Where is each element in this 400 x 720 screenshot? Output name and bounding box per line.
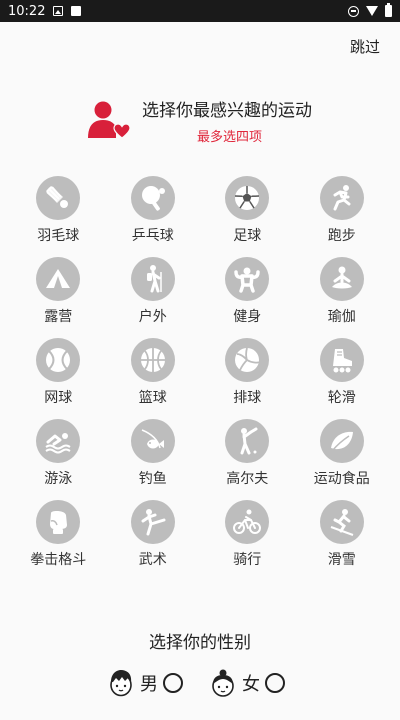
male-radio[interactable]: [163, 673, 183, 693]
sport-label: 瑜伽: [327, 309, 356, 325]
sport-item-golf[interactable]: 高尔夫: [200, 419, 295, 489]
sport-item-sports-food[interactable]: 运动食品: [295, 419, 390, 489]
user-heart-icon: [88, 101, 130, 139]
sport-label: 滑雪: [327, 552, 356, 568]
skip-button[interactable]: 跳过: [350, 36, 380, 57]
male-label: 男: [140, 674, 158, 695]
gender-option-male[interactable]: 男: [108, 666, 183, 700]
interest-prompt: 选择你最感兴趣的运动 最多选四项: [0, 92, 400, 148]
gender-option-female[interactable]: 女: [210, 666, 285, 700]
sport-label: 武术: [138, 552, 167, 568]
fitness-icon: [225, 257, 270, 301]
gender-title: 选择你的性别: [149, 633, 251, 653]
gallery-notification-icon: [53, 6, 64, 16]
wifi-icon: [366, 6, 378, 16]
martial-arts-icon: [130, 500, 175, 544]
interest-title: 选择你最感兴趣的运动: [142, 101, 312, 121]
status-time: 10:22: [8, 3, 46, 19]
sport-label: 跑步: [327, 228, 356, 244]
volleyball-icon: [225, 338, 270, 382]
sport-item-fishing[interactable]: 钓鱼: [106, 419, 201, 489]
sport-label: 羽毛球: [37, 228, 80, 244]
sport-label: 健身: [233, 309, 262, 325]
sport-label: 篮球: [138, 390, 167, 406]
sport-label: 钓鱼: [138, 471, 167, 487]
sport-item-boxing[interactable]: 拳击格斗: [11, 500, 106, 570]
sport-item-skiing[interactable]: 滑雪: [295, 500, 390, 570]
sport-item-martial-arts[interactable]: 武术: [106, 500, 201, 570]
sport-label: 拳击格斗: [30, 552, 87, 568]
sport-item-volleyball[interactable]: 排球: [200, 338, 295, 408]
leaf-icon: [319, 419, 364, 463]
female-avatar-icon: [212, 669, 234, 697]
battery-icon: [385, 3, 392, 17]
running-icon: [319, 176, 364, 220]
sport-label: 露营: [44, 309, 73, 325]
sport-label: 网球: [44, 390, 73, 406]
sport-label: 骑行: [233, 552, 262, 568]
sport-label: 足球: [233, 228, 262, 244]
yoga-icon: [319, 257, 364, 301]
sport-label: 乒乓球: [131, 228, 174, 244]
sport-item-basketball[interactable]: 篮球: [106, 338, 201, 408]
sport-item-roller-skating[interactable]: 轮滑: [295, 338, 390, 408]
boxing-glove-icon: [36, 500, 81, 544]
soccer-icon: [225, 176, 270, 220]
sport-item-yoga[interactable]: 瑜伽: [295, 257, 390, 327]
cycling-icon: [225, 500, 270, 544]
sport-label: 排球: [233, 390, 262, 406]
status-bar: 10:22: [0, 0, 400, 22]
hiking-icon: [130, 257, 175, 301]
sport-item-ping-pong[interactable]: 乒乓球: [106, 176, 201, 246]
sport-item-running[interactable]: 跑步: [295, 176, 390, 246]
sport-label: 高尔夫: [226, 471, 269, 487]
sport-item-badminton[interactable]: 羽毛球: [11, 176, 106, 246]
do-not-disturb-icon: [348, 5, 359, 17]
sport-item-camping[interactable]: 露营: [11, 257, 106, 327]
sport-item-outdoor[interactable]: 户外: [106, 257, 201, 327]
interest-subtitle: 最多选四项: [197, 130, 263, 145]
badminton-icon: [36, 176, 81, 220]
golf-icon: [225, 419, 270, 463]
sport-grid: 羽毛球 乒乓球 足球 跑步 露营 户外 健身 瑜伽 网球 篮球 排球 轮滑 游泳…: [11, 176, 389, 570]
sport-label: 运动食品: [313, 471, 370, 487]
tennis-icon: [36, 338, 81, 382]
female-radio[interactable]: [265, 673, 285, 693]
tent-icon: [36, 257, 81, 301]
sport-label: 轮滑: [327, 390, 356, 406]
female-label: 女: [242, 674, 260, 695]
skiing-icon: [319, 500, 364, 544]
sport-item-soccer[interactable]: 足球: [200, 176, 295, 246]
sport-item-cycling[interactable]: 骑行: [200, 500, 295, 570]
sport-label: 户外: [138, 309, 167, 325]
sport-item-tennis[interactable]: 网球: [11, 338, 106, 408]
male-avatar-icon: [110, 670, 132, 697]
gender-selector: 男 女: [0, 666, 400, 700]
sport-item-swimming[interactable]: 游泳: [11, 419, 106, 489]
basketball-icon: [130, 338, 175, 382]
sport-item-fitness[interactable]: 健身: [200, 257, 295, 327]
swimming-icon: [36, 419, 81, 463]
fishing-icon: [130, 419, 175, 463]
sport-label: 游泳: [44, 471, 73, 487]
roller-skate-icon: [319, 338, 364, 382]
ping-pong-icon: [130, 176, 175, 220]
app-notification-icon: [71, 6, 82, 16]
